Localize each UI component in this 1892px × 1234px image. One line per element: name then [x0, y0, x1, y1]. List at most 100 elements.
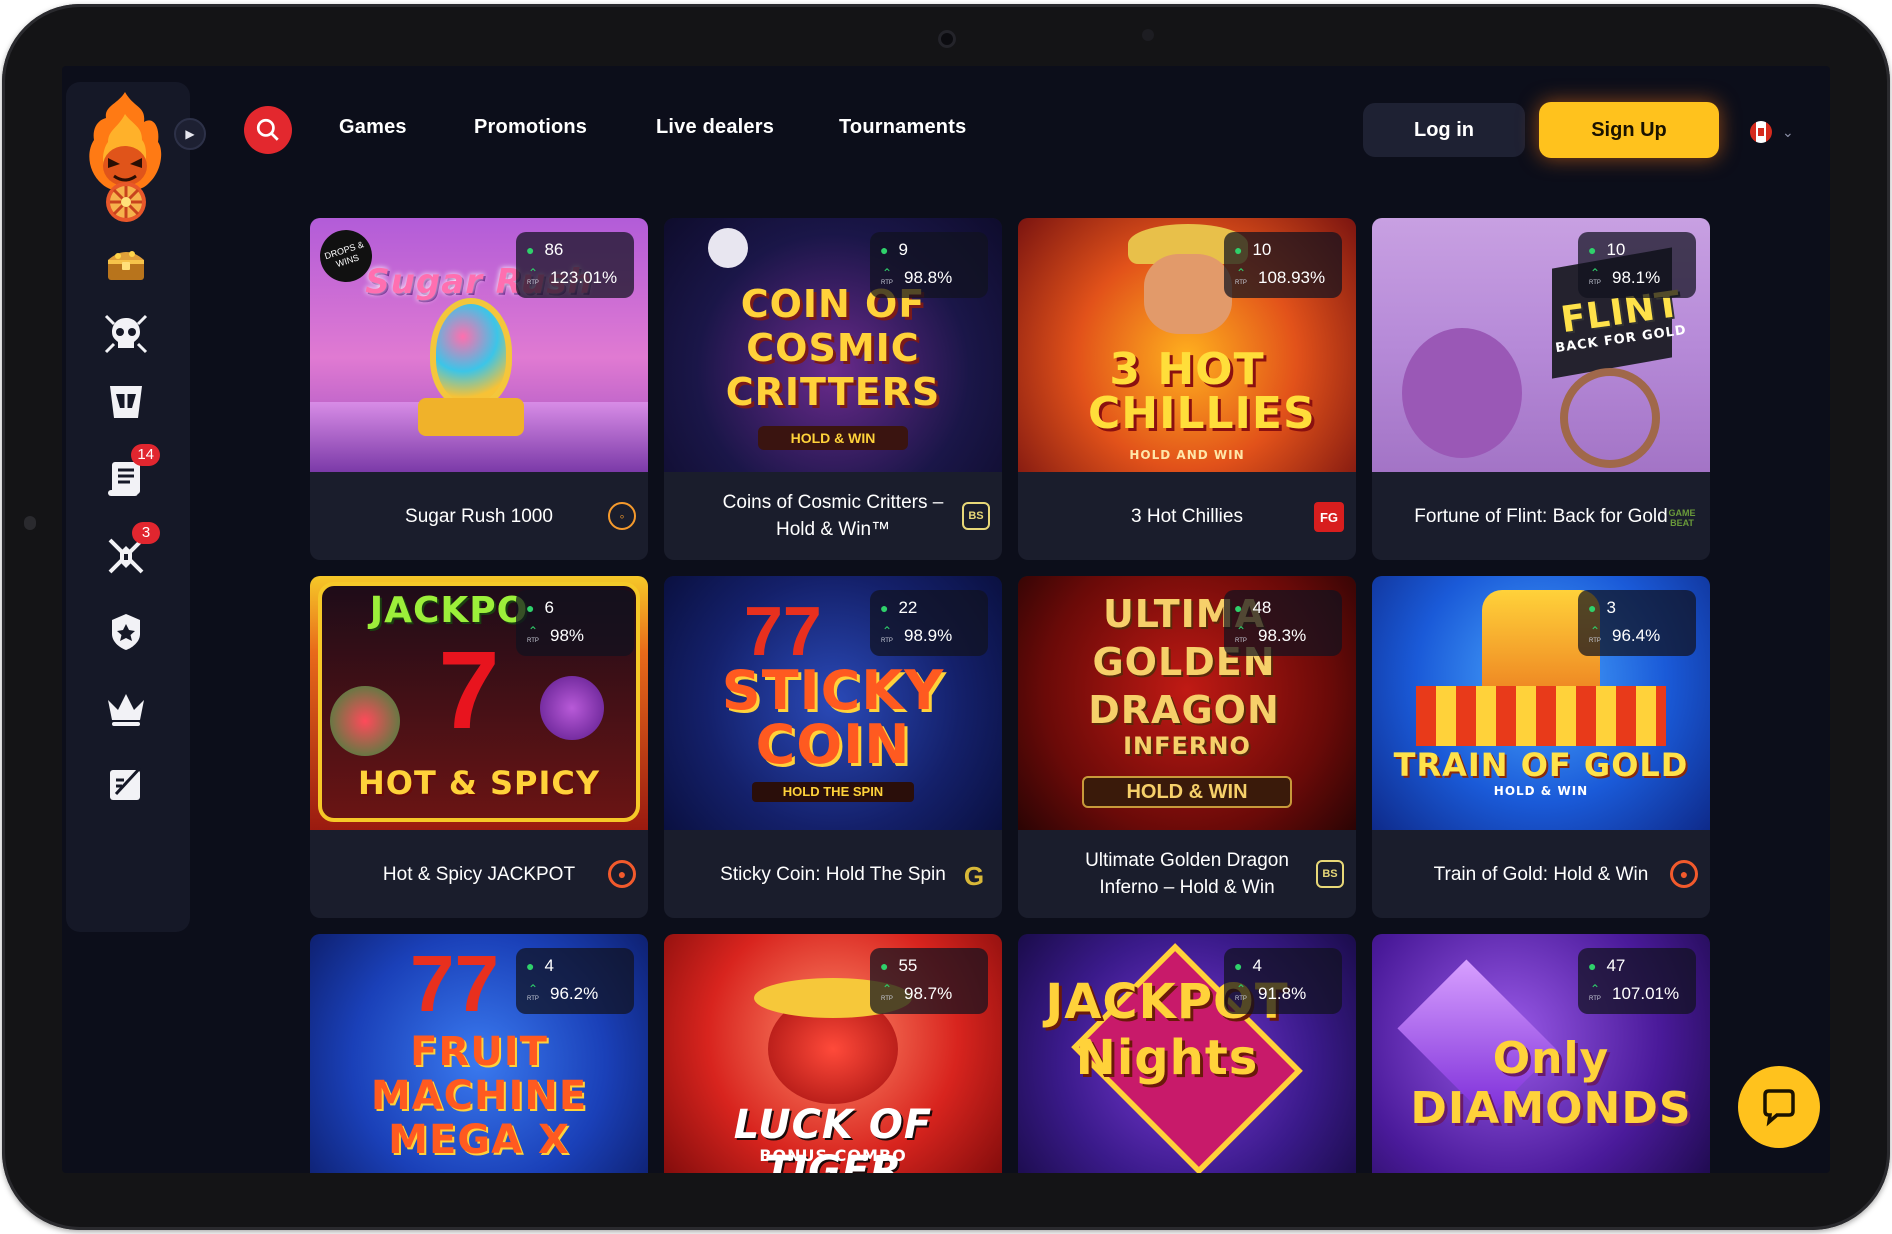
- game-card[interactable]: COIN OF COSMIC CRITTERS HOLD & WIN ● 9 ⌃ R…: [664, 218, 1002, 560]
- game-stats: ● 55 ⌃ RTP 98.7%: [870, 948, 988, 1014]
- players-icon: ●: [1234, 242, 1243, 258]
- game-card[interactable]: 77 FRUIT MACHINE MEGA X ● 4 ⌃ RTP 96.2%: [310, 934, 648, 1173]
- rtp-value: 91.8%: [1258, 984, 1307, 1003]
- game-name: Ultimate Golden Dragon Inferno – Hold & …: [1085, 850, 1289, 898]
- players-icon: ●: [880, 600, 889, 616]
- game-name: Sugar Rush 1000: [405, 505, 553, 527]
- players-count: 86: [544, 240, 564, 259]
- rtp-icon: ⌃ RTP: [1235, 982, 1247, 1002]
- sensor: [1142, 29, 1154, 41]
- rtp-icon: ⌃ RTP: [527, 266, 539, 286]
- game-art-subtitle: HOLD & WIN: [1493, 784, 1589, 798]
- crown-icon[interactable]: [100, 682, 152, 734]
- nav-tournaments[interactable]: Tournaments: [839, 116, 966, 139]
- game-card[interactable]: 3 HOT CHILLIES HOLD AND WIN ● 10 ⌃ RTP 108.…: [1018, 218, 1356, 560]
- rtp-value: 96.2%: [550, 984, 599, 1003]
- provider-logo: FG: [1314, 502, 1344, 532]
- players-count: 22: [898, 598, 918, 617]
- tablet-frame: 14 3 ▶ Games Promotions Live dealers Tou…: [2, 4, 1890, 1230]
- search-icon: [256, 118, 279, 141]
- game-card[interactable]: 77 STICKY COIN HOLD THE SPIN ● 22 ⌃ RTP 98.…: [664, 576, 1002, 918]
- game-art-title: Only DIAMONDS: [1410, 1033, 1692, 1134]
- players-icon: ●: [880, 958, 889, 974]
- game-art-subtitle: BONUS COMBO: [759, 1146, 907, 1165]
- chat-button[interactable]: [1738, 1066, 1820, 1148]
- treasure-chest-icon[interactable]: [100, 238, 152, 290]
- signup-button[interactable]: Sign Up: [1539, 102, 1719, 158]
- chevron-down-icon: ⌄: [1782, 123, 1794, 140]
- rtp-icon: ⌃ RTP: [527, 624, 539, 644]
- game-art-title: COIN OF COSMIC CRITTERS: [725, 282, 941, 414]
- game-stats: ● 4 ⌃ RTP 96.2%: [516, 948, 634, 1014]
- game-card[interactable]: JACKPOT Nights ● 4 ⌃ RTP 91.8%: [1018, 934, 1356, 1173]
- game-art-title: FRUIT MACHINE MEGA X: [370, 1029, 588, 1163]
- nav-games[interactable]: Games: [339, 116, 407, 139]
- players-icon: ●: [1588, 242, 1597, 258]
- players-count: 6: [544, 598, 554, 617]
- nav-live-dealers[interactable]: Live dealers: [656, 116, 774, 139]
- game-name: Fortune of Flint: Back for Gold: [1414, 505, 1668, 527]
- book-icon[interactable]: [100, 758, 152, 810]
- game-stats: ● 3 ⌃ RTP 96.4%: [1578, 590, 1696, 656]
- expand-sidebar-button[interactable]: ▶: [174, 118, 206, 150]
- shield-icon[interactable]: [100, 606, 152, 658]
- game-stats: ● 48 ⌃ RTP 98.3%: [1224, 590, 1342, 656]
- game-card[interactable]: FLINT BACK FOR GOLD ● 10 ⌃ RTP 98.1% Fortun…: [1372, 218, 1710, 560]
- game-art-subtitle: HOLD AND WIN: [1129, 448, 1245, 462]
- players-count: 10: [1252, 240, 1272, 259]
- rtp-icon: ⌃ RTP: [1589, 982, 1601, 1002]
- players-icon: ●: [526, 242, 535, 258]
- nav-promotions[interactable]: Promotions: [474, 116, 587, 139]
- rtp-value: 98.7%: [904, 984, 953, 1003]
- login-button[interactable]: Log in: [1363, 103, 1525, 157]
- players-count: 48: [1252, 598, 1272, 617]
- scroll-icon[interactable]: 14: [100, 444, 160, 504]
- helmet-icon[interactable]: [100, 376, 152, 428]
- game-stats: ● 10 ⌃ RTP 108.93%: [1224, 232, 1342, 298]
- game-art-title: STICKY COIN: [721, 659, 945, 776]
- game-name: Sticky Coin: Hold The Spin: [720, 863, 946, 885]
- game-card[interactable]: Sugar Rush DROPS & WINS ● 86 ⌃ RTP 123.01% …: [310, 218, 648, 560]
- provider-logo: ●: [608, 860, 636, 888]
- game-card[interactable]: Only DIAMONDS ● 47 ⌃ RTP 107.01%: [1372, 934, 1710, 1173]
- language-selector[interactable]: ⌄: [1750, 120, 1814, 144]
- players-count: 9: [898, 240, 908, 259]
- camera: [938, 30, 956, 48]
- game-card[interactable]: LUCK OF TIGER BONUS COMBO ● 55 ⌃ RTP 98.7%: [664, 934, 1002, 1173]
- rtp-value: 98.9%: [904, 626, 953, 645]
- players-icon: ●: [1588, 958, 1597, 974]
- rtp-icon: ⌃ RTP: [527, 982, 539, 1002]
- sidebar: 14 3: [66, 82, 190, 932]
- crossed-swords-icon[interactable]: 3: [100, 522, 160, 582]
- game-art-title: 3 HOT CHILLIES: [1088, 344, 1316, 439]
- players-count: 4: [544, 956, 554, 975]
- provider-logo: BS: [962, 502, 990, 530]
- game-card[interactable]: ULTIMA GOLDEN DRAGON INFERNO HOLD & WIN …: [1018, 576, 1356, 918]
- rtp-value: 98.1%: [1612, 268, 1661, 287]
- chat-icon: [1763, 1089, 1795, 1127]
- game-name: Train of Gold: Hold & Win: [1433, 863, 1649, 885]
- rtp-icon: ⌃ RTP: [881, 982, 893, 1002]
- search-button[interactable]: [244, 106, 292, 154]
- game-art-subtitle: HOLD & WIN: [758, 426, 908, 450]
- rtp-value: 123.01%: [550, 268, 618, 287]
- rtp-value: 98%: [550, 626, 585, 645]
- players-icon: ●: [1234, 958, 1243, 974]
- scroll-badge: 14: [131, 444, 160, 466]
- skull-icon[interactable]: [100, 308, 152, 360]
- provider-logo: BS: [1316, 860, 1344, 888]
- game-name: 3 Hot Chillies: [1131, 505, 1243, 527]
- provider-logo: ◦: [608, 502, 636, 530]
- wheel-icon[interactable]: [100, 176, 152, 228]
- rtp-icon: ⌃ RTP: [1589, 266, 1601, 286]
- provider-logo: G: [963, 860, 985, 891]
- game-art-subtitle: HOT & SPICY: [357, 764, 601, 802]
- game-card[interactable]: JACKPO 7 HOT & SPICY ● 6 ⌃ RTP 98% Hot & Sp…: [310, 576, 648, 918]
- game-card[interactable]: TRAIN OF GOLD HOLD & WIN ● 3 ⌃ RTP 96.4% Tr…: [1372, 576, 1710, 918]
- rtp-icon: ⌃ RTP: [881, 266, 893, 286]
- rtp-value: 96.4%: [1612, 626, 1661, 645]
- game-stats: ● 22 ⌃ RTP 98.9%: [870, 590, 988, 656]
- canada-flag-icon: [1750, 121, 1772, 143]
- rtp-value: 98.3%: [1258, 626, 1307, 645]
- players-count: 47: [1606, 956, 1626, 975]
